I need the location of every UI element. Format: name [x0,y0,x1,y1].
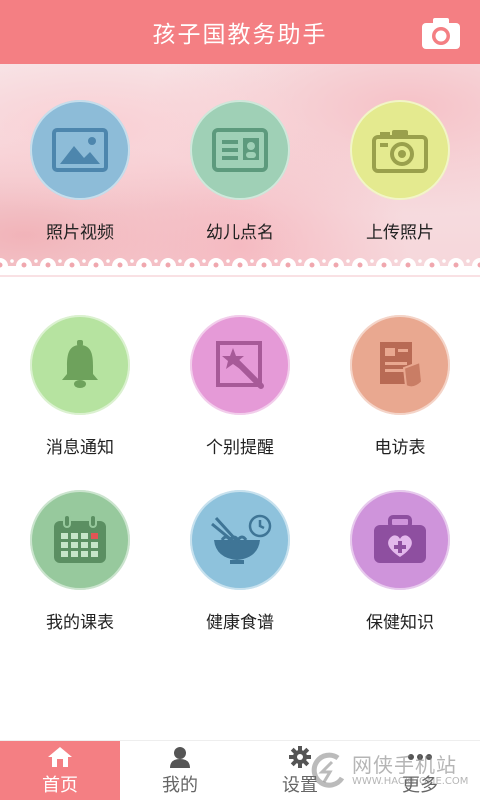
bottom-tab-bar: 首页 我的 设置 更多 [0,740,480,800]
calendar-icon [54,515,106,563]
tab-label: 设置 [282,775,318,796]
grid-item-healthy-recipes[interactable]: 健康食谱 [170,490,310,650]
photo-video-circle [30,100,130,200]
grid-item-health-knowledge[interactable]: 保健知识 [330,490,470,650]
more-icon [407,745,433,769]
grid-item-notifications[interactable]: 消息通知 [10,315,150,475]
grid-label: 个别提醒 [206,438,274,458]
grid-label: 健康食谱 [206,613,274,633]
grid-label: 消息通知 [46,438,114,458]
tab-home[interactable]: 首页 [0,741,120,800]
tab-label: 更多 [402,775,438,796]
grid-item-individual-reminder[interactable]: 个别提醒 [170,315,310,475]
camera-icon [372,130,428,173]
bell-icon [62,340,98,388]
id-card-icon [212,128,268,172]
recipes-circle [190,490,290,590]
tab-label: 首页 [42,775,78,796]
phone-visit-circle [350,315,450,415]
roll-call-circle [190,100,290,200]
page-title: 孩子国教务助手 [152,22,328,48]
app-header: 孩子国教务助手 [0,0,480,64]
camera-icon [422,18,460,49]
magic-wand-icon [216,341,264,389]
grid-item-photo-video[interactable]: 照片视频 [10,100,150,260]
grid-item-roll-call[interactable]: 幼儿点名 [170,100,310,260]
bowl-icon [211,514,272,564]
reminder-circle [190,315,290,415]
notifications-circle [30,315,130,415]
upload-photo-circle [350,100,450,200]
tab-label: 我的 [162,775,198,796]
grid-label: 电访表 [374,438,426,458]
grid-label: 幼儿点名 [206,223,274,243]
grid-item-my-schedule[interactable]: 我的课表 [10,490,150,650]
knowledge-circle [350,490,450,590]
medical-kit-icon [374,515,426,563]
grid-label: 保健知识 [366,613,434,633]
grid-item-upload-photo[interactable]: 上传照片 [330,100,470,260]
gear-icon [289,745,311,769]
grid-label: 照片视频 [46,223,114,243]
schedule-circle [30,490,130,590]
form-icon [380,342,424,389]
grid-label: 上传照片 [366,223,434,243]
camera-button[interactable] [415,12,467,54]
user-icon [169,745,191,769]
tab-settings[interactable]: 设置 [240,741,360,800]
tab-more[interactable]: 更多 [360,741,480,800]
grid-item-phone-visit-form[interactable]: 电访表 [330,315,470,475]
tab-mine[interactable]: 我的 [120,741,240,800]
photo-icon [52,128,108,172]
home-icon [47,745,73,769]
grid-label: 我的课表 [46,613,114,633]
